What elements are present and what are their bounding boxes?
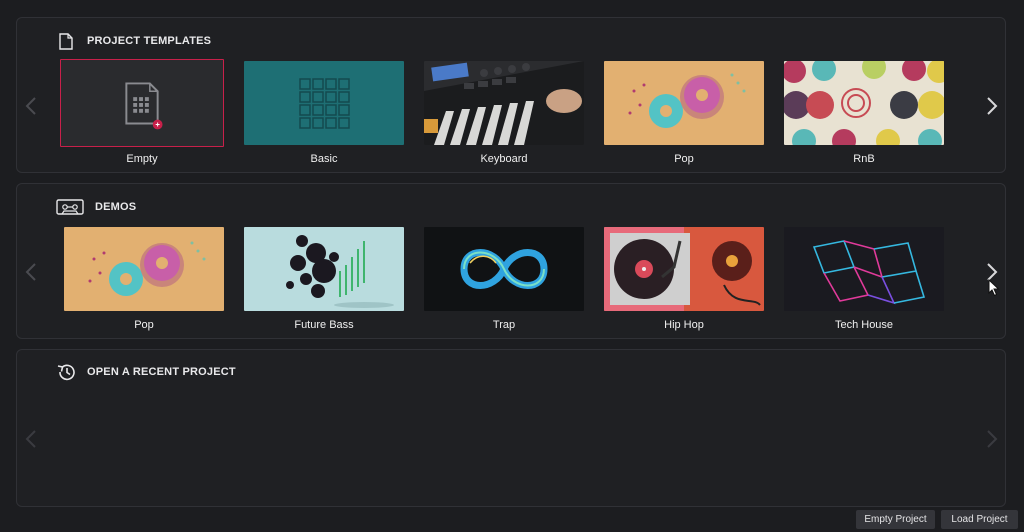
history-icon bbox=[55, 362, 77, 382]
tile-label: Pop bbox=[674, 153, 694, 165]
section-title: PROJECT TEMPLATES bbox=[87, 35, 212, 47]
project-templates-panel: PROJECT TEMPLATES Empty Basic Keyboard P… bbox=[16, 17, 1006, 173]
pop-template-thumbnail bbox=[604, 61, 764, 145]
recent-prev-arrow[interactable] bbox=[20, 424, 42, 454]
tile-label: Tech House bbox=[834, 319, 894, 331]
tech-house-demo-thumbnail bbox=[784, 227, 944, 311]
basic-template-thumbnail bbox=[244, 61, 404, 145]
future-bass-demo-thumbnail bbox=[244, 227, 404, 311]
demos-panel: DEMOS Pop Future Bass Trap Hip Hop Tech … bbox=[16, 183, 1006, 339]
recent-projects-panel: OPEN A RECENT PROJECT bbox=[16, 349, 1006, 507]
keyboard-template-thumbnail bbox=[424, 61, 584, 145]
document-icon bbox=[55, 31, 77, 51]
demos-header: DEMOS bbox=[55, 197, 136, 217]
templates-next-arrow[interactable] bbox=[981, 91, 1003, 121]
cassette-icon bbox=[55, 197, 85, 217]
recent-next-arrow[interactable] bbox=[981, 424, 1003, 454]
tile-label: Future Bass bbox=[294, 319, 354, 331]
tile-label: Pop bbox=[134, 319, 154, 331]
mouse-cursor-icon bbox=[988, 278, 1000, 302]
tile-label: Hip Hop bbox=[664, 319, 704, 331]
demos-prev-arrow[interactable] bbox=[20, 257, 42, 287]
recent-projects-header: OPEN A RECENT PROJECT bbox=[55, 362, 236, 382]
empty-template-thumbnail bbox=[60, 59, 224, 147]
rnb-template-thumbnail bbox=[784, 61, 944, 145]
section-title: DEMOS bbox=[95, 201, 137, 213]
tile-label: Basic bbox=[310, 153, 338, 165]
project-templates-header: PROJECT TEMPLATES bbox=[55, 31, 211, 51]
tile-label: Trap bbox=[492, 319, 516, 331]
empty-project-button[interactable]: Empty Project bbox=[856, 510, 935, 529]
tile-label: Empty bbox=[126, 153, 158, 165]
hip-hop-demo-thumbnail bbox=[604, 227, 764, 311]
tile-label: Keyboard bbox=[480, 153, 528, 165]
templates-prev-arrow[interactable] bbox=[20, 91, 42, 121]
trap-demo-thumbnail bbox=[424, 227, 584, 311]
load-project-button[interactable]: Load Project bbox=[941, 510, 1018, 529]
pop-demo-thumbnail bbox=[64, 227, 224, 311]
tile-label: RnB bbox=[853, 153, 875, 165]
section-title: OPEN A RECENT PROJECT bbox=[87, 366, 236, 378]
